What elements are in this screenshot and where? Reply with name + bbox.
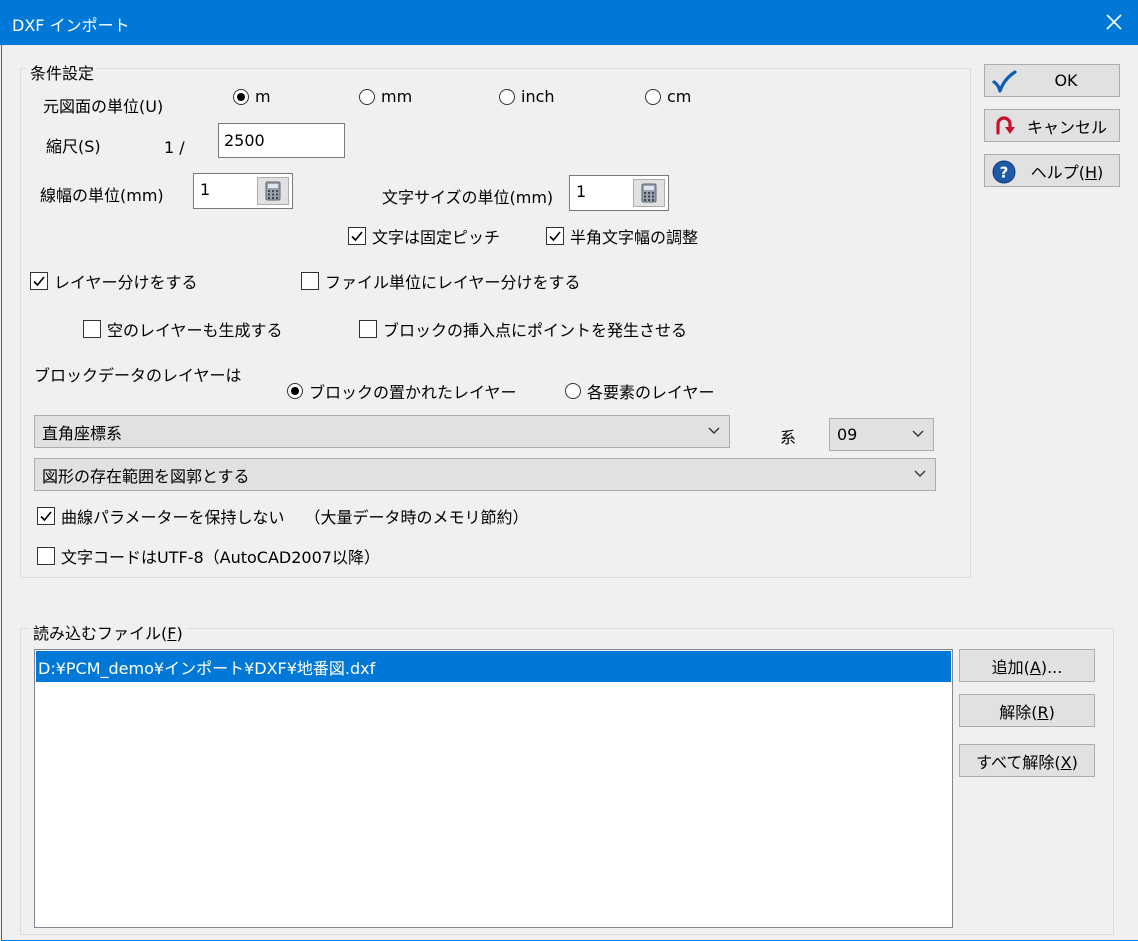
remove-all-files-button[interactable]: すべて解除(X): [959, 744, 1095, 777]
close-button[interactable]: [1098, 6, 1130, 38]
svg-text:?: ?: [1000, 164, 1009, 182]
split-layers-checkbox[interactable]: レイヤー分けをする: [30, 269, 198, 293]
block-layer-label: ブロックデータのレイヤーは: [34, 366, 242, 385]
scale-input[interactable]: 2500: [218, 123, 345, 158]
fixed-pitch-checkbox[interactable]: 文字は固定ピッチ: [348, 224, 500, 248]
create-empty-layers-checkbox[interactable]: 空のレイヤーも生成する: [83, 317, 283, 341]
chevron-down-icon: [708, 427, 720, 434]
checkbox-box: [359, 320, 377, 338]
range-select[interactable]: 図形の存在範囲を図郭とする: [34, 458, 936, 491]
system-label: 系: [780, 428, 797, 447]
close-icon: [1106, 14, 1122, 30]
radio-dot: [359, 88, 375, 105]
checkbox-box: [37, 547, 55, 565]
coord-system-select[interactable]: 直角座標系: [34, 415, 730, 448]
unit-radio-mm[interactable]: mm: [359, 87, 412, 106]
check-icon: [549, 231, 561, 242]
checkbox-box: [83, 320, 101, 338]
block-insert-points-checkbox[interactable]: ブロックの挿入点にポイントを発生させる: [359, 317, 687, 341]
help-button[interactable]: ? ヘルプ(H): [984, 154, 1120, 187]
radio-dot: [645, 88, 661, 105]
utf8-checkbox[interactable]: 文字コードはUTF-8（AutoCAD2007以降）: [37, 544, 380, 568]
no-curve-params-checkbox[interactable]: 曲線パラメーターを保持しない （大量データ時のメモリ節約）: [37, 504, 529, 528]
block-layer-radio-element[interactable]: 各要素のレイヤー: [565, 379, 715, 403]
checkbox-box: [301, 272, 319, 290]
cancel-button[interactable]: キャンセル: [984, 109, 1120, 142]
unit-radio-cm[interactable]: cm: [645, 87, 691, 106]
cancel-arrow-icon: [991, 114, 1017, 140]
checkbox-box: [348, 227, 366, 245]
window-title: DXF インポート: [12, 16, 130, 35]
checkbox-box: [30, 272, 48, 290]
line-width-input[interactable]: 1: [193, 173, 293, 209]
check-icon: [40, 511, 52, 522]
radio-dot: [499, 88, 515, 105]
line-width-calculator-button[interactable]: [257, 177, 289, 205]
checkbox-box: [37, 507, 55, 525]
ok-button[interactable]: OK: [984, 64, 1120, 97]
files-group-label: 読み込むファイル(F): [30, 620, 186, 644]
unit-radio-inch[interactable]: inch: [499, 87, 555, 106]
unit-label: 元図面の単位(U): [43, 97, 164, 116]
system-select[interactable]: 09: [829, 418, 934, 451]
check-icon: [33, 276, 45, 287]
text-size-calculator-button[interactable]: [633, 179, 665, 207]
title-bar: DXF インポート: [0, 0, 1138, 45]
split-by-file-checkbox[interactable]: ファイル単位にレイヤー分けをする: [301, 269, 581, 293]
scale-prefix: 1 /: [164, 138, 185, 157]
calculator-icon: [265, 181, 281, 201]
scale-label: 縮尺(S): [46, 137, 101, 156]
radio-dot: [565, 383, 581, 399]
block-layer-radio-placed[interactable]: ブロックの置かれたレイヤー: [287, 379, 517, 403]
remove-file-button[interactable]: 解除(R): [959, 694, 1095, 727]
no-curve-params-note: （大量データ時のメモリ節約）: [304, 508, 529, 527]
file-list-item[interactable]: D:¥PCM_demo¥インポート¥DXF¥地番図.dxf: [36, 651, 951, 682]
text-size-input[interactable]: 1: [569, 175, 669, 211]
conditions-group-label: 条件設定: [27, 60, 98, 84]
help-icon: ?: [991, 159, 1017, 185]
file-listbox[interactable]: D:¥PCM_demo¥インポート¥DXF¥地番図.dxf: [34, 649, 953, 928]
add-file-button[interactable]: 追加(A)...: [959, 649, 1095, 682]
checkbox-box: [546, 227, 564, 245]
chevron-down-icon: [912, 430, 924, 437]
chevron-down-icon: [914, 470, 926, 477]
line-width-label: 線幅の単位(mm): [40, 186, 164, 205]
calculator-icon: [641, 183, 657, 203]
half-width-adjust-checkbox[interactable]: 半角文字幅の調整: [546, 224, 698, 248]
unit-radio-m[interactable]: m: [233, 87, 271, 106]
radio-dot: [233, 88, 249, 105]
radio-dot: [287, 383, 303, 399]
check-icon: [351, 231, 363, 242]
ok-check-icon: [991, 69, 1017, 95]
text-size-label: 文字サイズの単位(mm): [382, 188, 554, 207]
